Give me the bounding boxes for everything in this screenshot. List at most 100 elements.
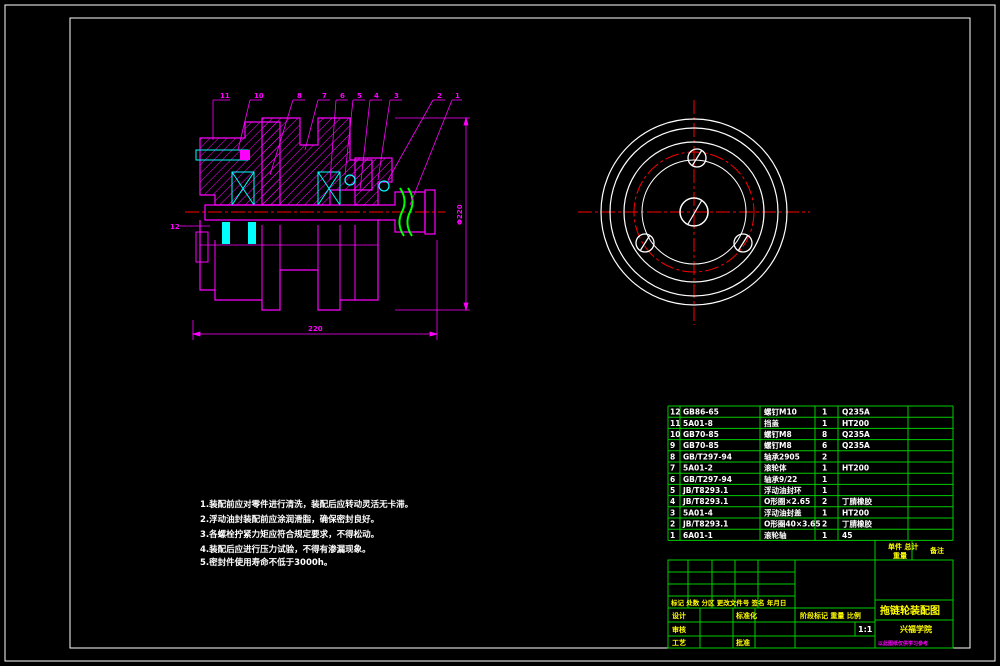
footer-note: 以此图纸仅供学习参考 (878, 640, 928, 647)
leader-label: 1 (455, 92, 460, 100)
bom-cell-qty: 6 (822, 441, 827, 450)
bom-cell-qty: 8 (822, 430, 827, 439)
bom-cell-material: HT200 (842, 464, 869, 473)
leader-label: 3 (394, 92, 399, 100)
note-line: 5.密封件使用寿命不低于3000h。 (200, 557, 332, 568)
title-block: 拖链轮装配图 兴福学院 1:1 阶段标记 重量 比例 标记 处数 分区 更改文件… (667, 559, 954, 649)
revision-row: 标记 处数 分区 更改文件号 签名 年月日 (670, 598, 786, 607)
table-row: 6 GB/T297-94 轴承9/22 1 (670, 474, 827, 484)
bom-cell-code: GB/T297-94 (683, 452, 732, 461)
bom-cell-code: JB/T8293.1 (682, 520, 728, 529)
bom-cell-qty: 1 (822, 508, 827, 517)
bom-cell-code: GB/T297-94 (683, 475, 732, 484)
table-row: 11 5A01-8 挡盖 1 HT200 (670, 418, 869, 428)
bom-cell-no: 1 (670, 531, 675, 540)
bom-cell-code: 5A01-8 (683, 419, 713, 428)
design-label: 设计 (672, 611, 686, 620)
table-row: 2 JB/T8293.1 O形圈40×3.65 2 丁腈橡胶 (670, 519, 872, 529)
table-row: 3 5A01-4 浮动油封盖 1 HT200 (670, 507, 869, 517)
cad-drawing: 11 10 8 7 6 5 4 3 2 1 12 220 Φ220 1.装配前应… (4, 4, 996, 662)
scale-value: 1:1 (858, 625, 873, 634)
bom-cell-qty: 1 (822, 475, 827, 484)
bom-cell-qty: 2 (822, 497, 827, 506)
bom-cell-name: O形圈×2.65 (764, 496, 810, 506)
bom-header-right: 单件 总计 重量 备注 (888, 542, 944, 560)
bom-cell-no: 2 (670, 520, 675, 529)
bom-cell-code: 5A01-2 (683, 464, 713, 473)
bom-cell-qty: 1 (822, 419, 827, 428)
bom-cell-code: GB70-85 (683, 430, 719, 439)
bom-remark: 备注 (929, 546, 944, 555)
bom-cell-material: HT200 (842, 419, 869, 428)
bom-cell-qty: 1 (822, 464, 827, 473)
parts-table: 12 GB86-65 螺钉M10 1 Q235A11 5A01-8 挡盖 1 HT20010 GB… (667, 405, 954, 561)
table-row: 1 6A01-1 滚轮轴 1 45 (670, 530, 852, 540)
leader-label: 7 (322, 92, 327, 100)
bom-cell-no: 3 (670, 508, 675, 517)
bom-cell-no: 4 (670, 497, 675, 506)
standard-label: 标准化 (735, 611, 757, 620)
note-line: 3.各螺栓拧紧力矩应符合规定要求，不得松动。 (200, 529, 379, 540)
bom-cell-material: Q235A (842, 430, 870, 439)
bom-cell-no: 12 (670, 408, 680, 417)
bom-cell-name: 螺钉M10 (764, 407, 797, 417)
section-view: 11 10 8 7 6 5 4 3 2 1 12 220 Φ220 (170, 92, 470, 340)
bom-cell-name: 轴承2905 (764, 451, 800, 461)
table-row: 12 GB86-65 螺钉M10 1 Q235A (670, 407, 870, 417)
bom-cell-name: 滚轮轴 (764, 530, 787, 540)
bom-cell-no: 6 (670, 475, 675, 484)
bom-cell-code: GB70-85 (683, 441, 719, 450)
bom-cell-code: GB86-65 (683, 408, 719, 417)
bom-cell-code: 6A01-1 (683, 531, 713, 540)
table-row: 9 GB70-85 螺钉M8 6 Q235A (670, 440, 870, 450)
bom-cell-qty: 1 (822, 531, 827, 540)
leader-label: 2 (437, 92, 442, 100)
bom-cell-material: 45 (842, 531, 852, 540)
bom-cell-material: 丁腈橡胶 (842, 496, 872, 506)
bom-cell-name: 螺钉M8 (764, 440, 792, 450)
table-row: 4 JB/T8293.1 O形圈×2.65 2 丁腈橡胶 (670, 496, 872, 506)
bom-cell-material: HT200 (842, 508, 869, 517)
bom-cell-name: 浮动油封环 (764, 485, 802, 495)
bom-cell-qty: 1 (822, 408, 827, 417)
bom-cell-name: O形圈40×3.65 (764, 519, 821, 529)
end-view (578, 100, 810, 325)
bom-cell-qty: 2 (822, 520, 827, 529)
leader-label: 8 (297, 92, 302, 100)
bom-cell-no: 7 (670, 464, 675, 473)
bom-cell-no: 8 (670, 452, 675, 461)
technical-notes: 1.装配前应对零件进行清洗，装配后应转动灵活无卡滞。 2.浮动油封装配前应涂润滑… (200, 499, 413, 568)
bom-cell-name: 挡盖 (764, 418, 779, 428)
bom-unit-weight: 单件 总计 (888, 542, 918, 551)
bom-cell-code: 5A01-4 (683, 508, 713, 517)
leader-label: 10 (254, 92, 264, 100)
stage-mark-labels: 阶段标记 重量 比例 (800, 611, 861, 620)
table-row: 5 JB/T8293.1 浮动油封环 1 (670, 485, 827, 495)
bom-cell-no: 11 (670, 419, 680, 428)
drawing-title: 拖链轮装配图 (880, 604, 940, 617)
leader-label: 6 (340, 92, 345, 100)
bom-cell-material: Q235A (842, 441, 870, 450)
school-name: 兴福学院 (900, 624, 932, 634)
bom-cell-code: JB/T8293.1 (682, 486, 728, 495)
bom-cell-name: 滚轮体 (764, 463, 787, 473)
dimension-height-label: Φ220 (456, 204, 464, 225)
bom-cell-qty: 2 (822, 452, 827, 461)
review-label: 审核 (672, 625, 686, 634)
bom-cell-no: 10 (670, 430, 680, 439)
note-line: 2.浮动油封装配前应涂润滑脂，确保密封良好。 (200, 514, 379, 525)
bom-cell-material: Q235A (842, 408, 870, 417)
note-line: 4.装配后应进行压力试验，不得有渗漏现象。 (200, 544, 371, 555)
side-label: 12 (170, 223, 180, 231)
leader-label: 4 (374, 92, 379, 100)
bom-cell-material: 丁腈橡胶 (842, 519, 872, 529)
approve-label: 批准 (736, 638, 750, 647)
table-row: 10 GB70-85 螺钉M8 8 Q235A (670, 429, 870, 439)
leader-label: 11 (220, 92, 230, 100)
leader-label: 5 (357, 92, 362, 100)
table-row: 8 GB/T297-94 轴承2905 2 (670, 451, 827, 461)
table-row: 7 5A01-2 滚轮体 1 HT200 (670, 463, 869, 473)
bom-weight: 重量 (893, 551, 907, 560)
bom-cell-no: 9 (670, 441, 675, 450)
bom-cell-name: 浮动油封盖 (764, 507, 802, 517)
